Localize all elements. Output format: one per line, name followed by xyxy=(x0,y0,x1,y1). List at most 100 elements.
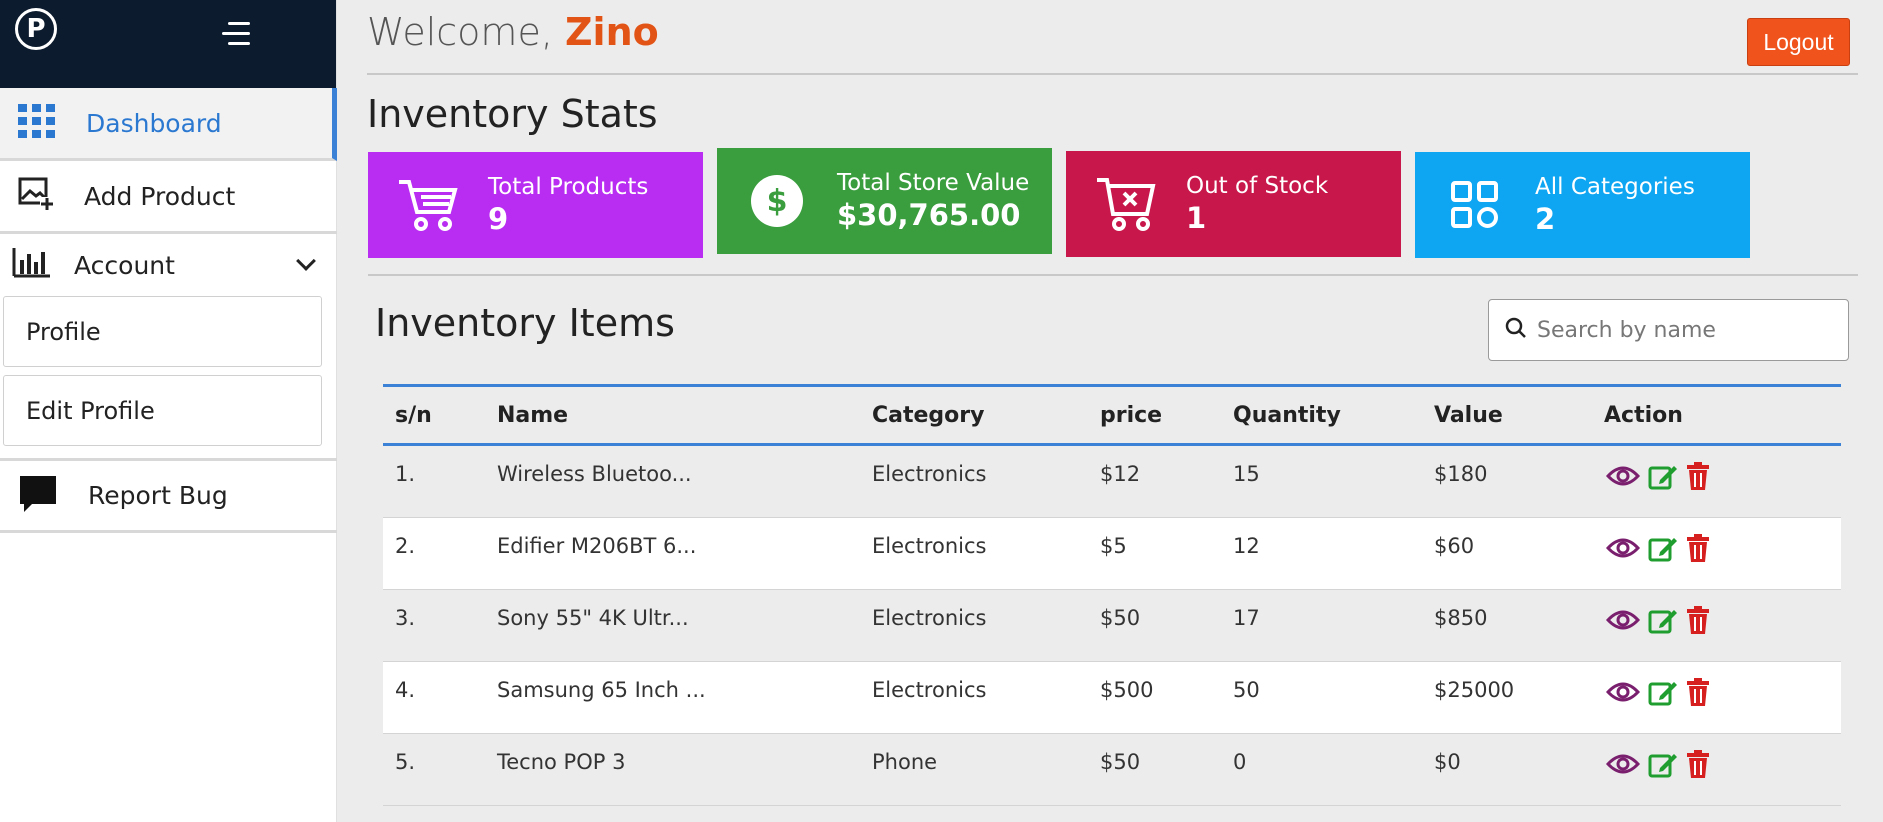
table-row: 4. Samsung 65 Inch ... Electronics $500 … xyxy=(383,662,1841,734)
view-icon[interactable] xyxy=(1605,536,1641,564)
dollar-icon: $ xyxy=(717,173,837,229)
table-header: s/n Name Category price Quantity Value A… xyxy=(383,384,1841,446)
view-icon[interactable] xyxy=(1605,608,1641,636)
stat-value: $30,765.00 xyxy=(837,198,1021,232)
sidebar-item-report-bug[interactable]: Report Bug xyxy=(0,461,337,533)
cell-quantity: 17 xyxy=(1233,606,1260,630)
row-actions xyxy=(1605,606,1710,638)
cell-category: Electronics xyxy=(872,534,987,558)
cell-category: Electronics xyxy=(872,606,987,630)
column-header-category: Category xyxy=(872,402,985,428)
cell-quantity: 12 xyxy=(1233,534,1260,558)
cell-category: Electronics xyxy=(872,678,987,702)
row-actions xyxy=(1605,750,1710,782)
logout-button[interactable]: Logout xyxy=(1747,18,1850,66)
edit-icon[interactable] xyxy=(1648,534,1678,566)
cell-name: Tecno POP 3 xyxy=(497,750,626,774)
categories-icon xyxy=(1415,180,1535,230)
edit-icon[interactable] xyxy=(1648,462,1678,494)
table-row: 3. Sony 55" 4K Ultr... Electronics $50 1… xyxy=(383,590,1841,662)
delete-icon[interactable] xyxy=(1686,534,1710,566)
cell-category: Phone xyxy=(872,750,938,774)
search-input[interactable] xyxy=(1537,317,1837,343)
cart-icon xyxy=(368,176,488,234)
stat-card-total-products: Total Products 9 xyxy=(368,152,703,258)
cell-price: $50 xyxy=(1100,750,1141,774)
table-row: 2. Edifier M206BT 6... Electronics $5 12… xyxy=(383,518,1841,590)
edit-icon[interactable] xyxy=(1648,678,1678,710)
sidebar-header: P xyxy=(0,0,336,88)
user-name: Zino xyxy=(564,10,659,54)
cell-sn: 2. xyxy=(395,534,416,558)
welcome-heading: Welcome, Zino xyxy=(367,10,659,54)
column-header-name: Name xyxy=(497,402,569,428)
sidebar-item-account[interactable]: Account xyxy=(0,234,337,296)
cell-price: $50 xyxy=(1100,606,1141,630)
cell-quantity: 15 xyxy=(1233,462,1260,486)
cell-name: Wireless Bluetoo... xyxy=(497,462,692,486)
sidebar: P Dashboard Add Product Account Profile … xyxy=(0,0,337,822)
delete-icon[interactable] xyxy=(1686,678,1710,710)
divider xyxy=(368,274,1858,276)
column-header-value: Value xyxy=(1434,402,1503,428)
view-icon[interactable] xyxy=(1605,680,1641,708)
stat-label: Out of Stock xyxy=(1186,173,1329,199)
grid-icon xyxy=(18,104,56,142)
stats-title: Inventory Stats xyxy=(367,92,658,136)
logo-icon[interactable]: P xyxy=(15,8,57,50)
add-image-icon xyxy=(18,177,54,215)
edit-icon[interactable] xyxy=(1648,750,1678,782)
sidebar-item-edit-profile[interactable]: Edit Profile xyxy=(3,375,322,446)
cell-price: $500 xyxy=(1100,678,1154,702)
cell-category: Electronics xyxy=(872,462,987,486)
column-header-action: Action xyxy=(1604,402,1683,428)
stat-card-total-store-value: $ Total Store Value $30,765.00 xyxy=(717,148,1052,254)
cell-price: $5 xyxy=(1100,534,1127,558)
cell-value: $60 xyxy=(1434,534,1475,558)
sidebar-item-label: Account xyxy=(74,250,175,280)
view-icon[interactable] xyxy=(1605,752,1641,780)
sidebar-item-add-product[interactable]: Add Product xyxy=(0,161,337,234)
cell-value: $0 xyxy=(1434,750,1461,774)
bar-chart-icon xyxy=(12,248,50,282)
cell-name: Sony 55" 4K Ultr... xyxy=(497,606,689,630)
row-actions xyxy=(1605,534,1710,566)
cell-sn: 3. xyxy=(395,606,416,630)
search-icon xyxy=(1505,317,1527,343)
cell-quantity: 50 xyxy=(1233,678,1260,702)
column-header-price: price xyxy=(1100,402,1163,428)
delete-icon[interactable] xyxy=(1686,750,1710,782)
stat-card-out-of-stock: Out of Stock 1 xyxy=(1066,151,1401,257)
sidebar-item-label: Add Product xyxy=(84,181,236,211)
sidebar-item-label: Dashboard xyxy=(86,108,222,138)
edit-icon[interactable] xyxy=(1648,606,1678,638)
chat-bubble-icon xyxy=(18,474,58,518)
items-title: Inventory Items xyxy=(375,301,675,345)
cell-sn: 5. xyxy=(395,750,416,774)
row-actions xyxy=(1605,678,1710,710)
chevron-down-icon[interactable] xyxy=(296,251,316,271)
cell-name: Edifier M206BT 6... xyxy=(497,534,697,558)
table-row: 1. Wireless Bluetoo... Electronics $12 1… xyxy=(383,446,1841,518)
stat-value: 1 xyxy=(1186,201,1207,235)
hamburger-menu-icon[interactable] xyxy=(222,22,250,52)
stat-value: 9 xyxy=(488,202,509,236)
sidebar-item-label: Profile xyxy=(26,317,101,346)
delete-icon[interactable] xyxy=(1686,606,1710,638)
column-header-quantity: Quantity xyxy=(1233,402,1341,428)
search-box[interactable] xyxy=(1488,299,1849,361)
delete-icon[interactable] xyxy=(1686,462,1710,494)
stat-label: Total Products xyxy=(488,174,649,200)
sidebar-item-label: Edit Profile xyxy=(26,396,155,425)
view-icon[interactable] xyxy=(1605,464,1641,492)
svg-text:$: $ xyxy=(767,184,788,219)
stat-value: 2 xyxy=(1535,202,1556,236)
sidebar-item-dashboard[interactable]: Dashboard xyxy=(0,88,337,161)
inventory-table: s/n Name Category price Quantity Value A… xyxy=(383,384,1841,806)
cell-name: Samsung 65 Inch ... xyxy=(497,678,706,702)
cell-value: $180 xyxy=(1434,462,1488,486)
cell-sn: 1. xyxy=(395,462,416,486)
sidebar-item-profile[interactable]: Profile xyxy=(3,296,322,367)
cell-value: $850 xyxy=(1434,606,1488,630)
row-actions xyxy=(1605,462,1710,494)
